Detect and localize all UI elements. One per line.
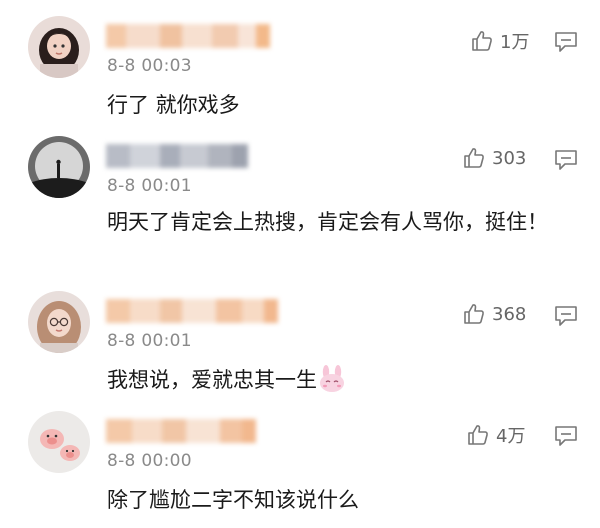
username-blurred[interactable]: [106, 419, 256, 443]
comment-text: 我想说，爱就忠其一生: [107, 364, 577, 397]
comment-list: 8-8 00:03 行了 就你戏多 1万 8-8 00:01 明天了肯定会上热搜…: [0, 0, 600, 528]
thumbs-up-icon: [468, 425, 488, 445]
rabbit-face-emoji: [320, 365, 344, 392]
like-button[interactable]: 4万: [466, 422, 525, 448]
thumbs-up-icon: [464, 148, 484, 168]
pig-toys-avatar: [28, 411, 90, 473]
comment-text: 除了尴尬二字不知该说什么: [107, 488, 359, 512]
comment-timestamp: 8-8 00:00: [107, 451, 192, 471]
username-blurred[interactable]: [106, 299, 278, 323]
comment-bubble-icon: [555, 32, 577, 52]
reply-button[interactable]: [554, 149, 578, 171]
comment-bubble-icon: [555, 150, 577, 170]
like-button[interactable]: 1万: [470, 28, 529, 54]
comment-timestamp: 8-8 00:01: [107, 176, 192, 196]
comment-text: 明天了肯定会上热搜，肯定会有人骂你，挺住！: [107, 210, 548, 234]
comment-bubble-icon: [555, 306, 577, 326]
like-count: 303: [492, 147, 527, 169]
comment-timestamp: 8-8 00:01: [107, 331, 192, 351]
avatar[interactable]: [28, 16, 90, 78]
moon-figure-avatar: [28, 136, 90, 198]
girl-portrait-avatar: [28, 16, 90, 78]
avatar[interactable]: [28, 291, 90, 353]
like-button[interactable]: 303: [462, 146, 526, 170]
comment-text: 行了 就你戏多: [107, 93, 240, 117]
thumbs-up-icon: [472, 31, 492, 51]
reply-button[interactable]: [554, 425, 578, 447]
comment-timestamp: 8-8 00:03: [107, 56, 192, 76]
username-blurred[interactable]: [106, 144, 248, 168]
thumbs-up-icon: [464, 304, 484, 324]
glasses-girl-avatar: [28, 291, 90, 353]
comment-bubble-icon: [555, 426, 577, 446]
reply-button[interactable]: [554, 305, 578, 327]
like-button[interactable]: 368: [462, 302, 526, 326]
like-count: 368: [492, 303, 527, 325]
like-count: 4万: [496, 426, 526, 447]
avatar[interactable]: [28, 411, 90, 473]
reply-button[interactable]: [554, 31, 578, 53]
avatar[interactable]: [28, 136, 90, 198]
like-count: 1万: [500, 32, 530, 53]
username-blurred[interactable]: [106, 24, 270, 48]
